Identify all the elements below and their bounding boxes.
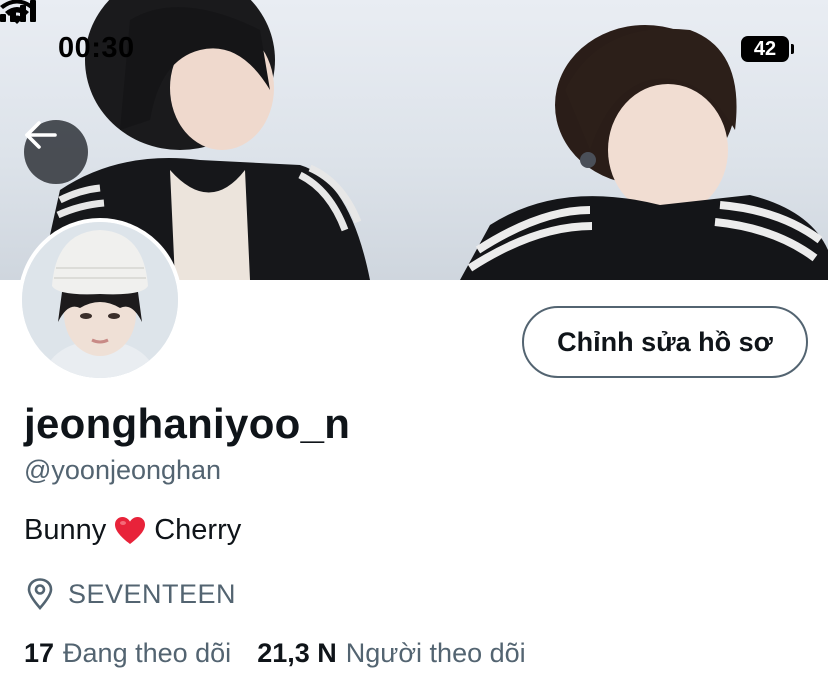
following-label: Đang theo dõi <box>63 638 232 668</box>
location-pin-icon <box>27 578 53 610</box>
following-link[interactable]: 17 Đang theo dõi <box>24 638 231 669</box>
wifi-icon <box>0 0 34 24</box>
battery-indicator: 42 <box>741 36 794 62</box>
profile-avatar[interactable] <box>18 218 182 382</box>
location-text: SEVENTEEN <box>68 578 237 609</box>
following-count: 17 <box>24 638 55 668</box>
followers-link[interactable]: 21,3 N Người theo dõi <box>257 638 525 669</box>
followers-label: Người theo dõi <box>345 638 526 668</box>
followers-count: 21,3 N <box>257 638 337 668</box>
avatar-image <box>22 222 178 378</box>
status-bar: 00:30 42 <box>0 0 828 100</box>
edit-profile-button[interactable]: Chỉnh sửa hồ sơ <box>522 306 808 378</box>
display-name: jeonghaniyoo_n <box>24 400 351 447</box>
follow-stats: 17 Đang theo dõi 21,3 N Người theo dõi <box>24 638 526 669</box>
arrow-left-icon <box>25 121 57 149</box>
user-handle: @yoonjeonghan <box>24 455 222 485</box>
bio-text-end: Cherry <box>154 514 242 546</box>
profile-bio: Bunny Cherry <box>24 514 241 547</box>
status-time: 00:30 <box>58 32 135 64</box>
back-button[interactable] <box>24 120 88 184</box>
bio-text-start: Bunny <box>24 514 107 546</box>
profile-location: SEVENTEEN <box>26 578 236 610</box>
heart-icon <box>115 516 146 544</box>
